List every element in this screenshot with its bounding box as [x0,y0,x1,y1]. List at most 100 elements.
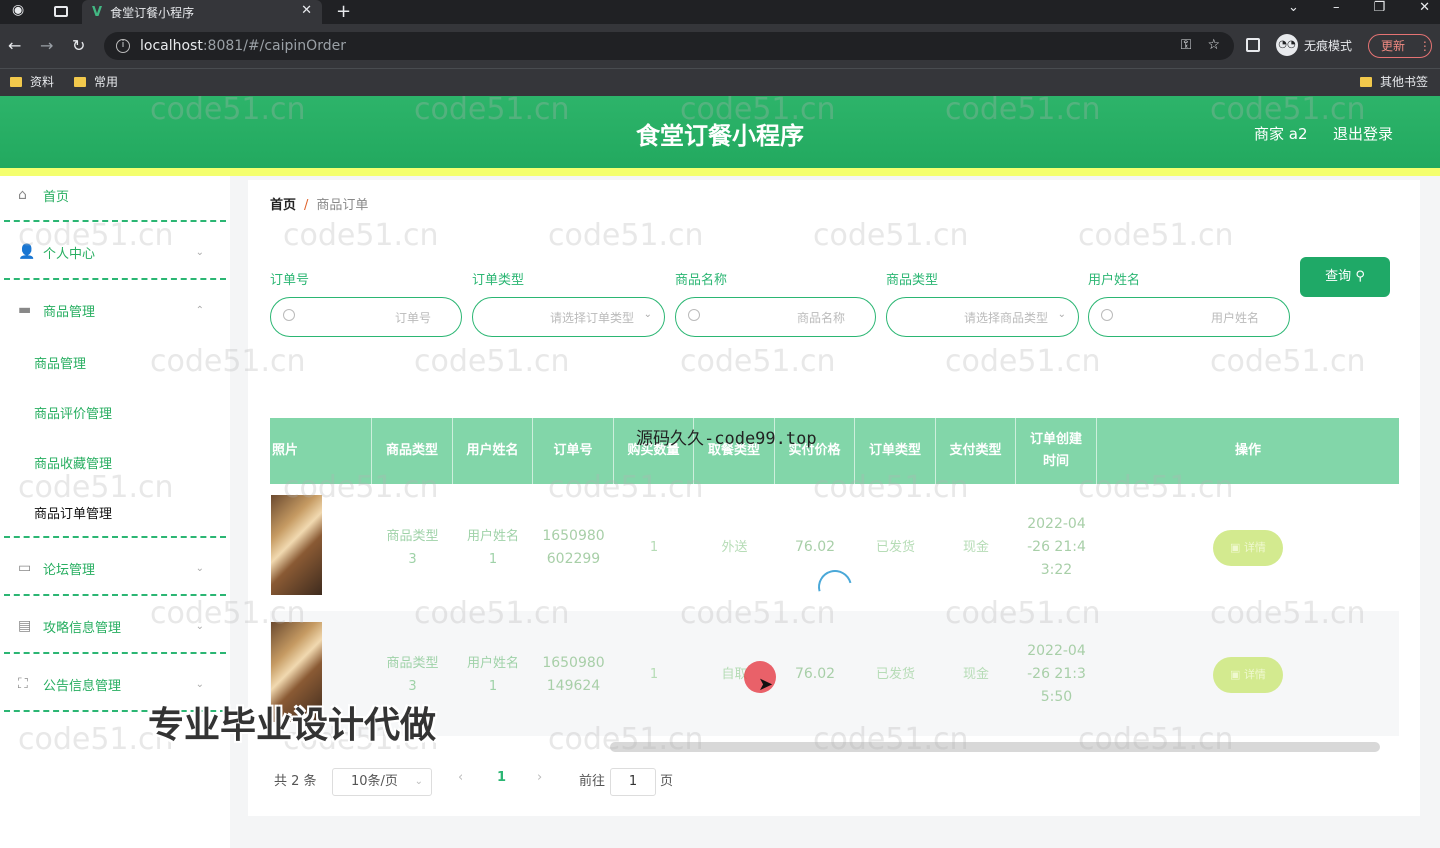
order-type-select[interactable]: 请选择订单类型 ⌄ [472,297,665,337]
back-icon[interactable]: ← [8,36,21,55]
breadcrumb-home[interactable]: 首页 [270,198,296,213]
message-icon: ▭ [18,560,32,576]
goods-type-select[interactable]: 请选择商品类型 ⌄ [886,297,1079,337]
side-panel-icon[interactable] [1246,38,1260,52]
sidebar-item-notice[interactable]: ⛶ 公告信息管理 ⌄ [0,675,226,694]
url-input[interactable]: i localhost:8081/#/caipinOrder ⚿ ☆ [104,32,1234,60]
sidebar-item-home[interactable]: ⌂ 首页 [0,186,226,205]
next-page-icon[interactable]: › [537,770,542,785]
divider [4,652,226,654]
search-icon: ⚲ [1355,269,1365,284]
cell-order-status: 已发货 [875,540,915,555]
breadcrumb: 首页 / 商品订单 [270,198,369,213]
promo-banner-top: 源码久久-code99.top [636,429,817,449]
url-host: localhost [140,38,203,54]
food-photo[interactable] [271,495,322,595]
star-icon[interactable]: ☆ [1207,37,1220,53]
filter-label-order-type: 订单类型 [472,273,525,288]
column-header: 订单号 [533,418,614,484]
detail-button[interactable]: ▣ 详情 [1213,530,1283,566]
close-tab-icon[interactable]: ✕ [301,3,312,18]
goto-page-input[interactable]: 1 [610,768,656,796]
cell-price: 76.02 [794,666,836,682]
chevron-down-icon: ⌄ [414,776,423,787]
cell-user-name: 用户姓名 1 [466,655,519,694]
folder-icon [10,76,22,87]
order-no-input[interactable]: 订单号 [270,297,462,337]
table-header: 照片 商品类型 用户姓名 订单号 购买数量 取餐类型 实付价格 订单类型 支付类… [270,418,1399,484]
folder-icon [1360,76,1372,87]
column-header: 用户姓名 [453,418,533,484]
sidebar-item-forum[interactable]: ▭ 论坛管理 ⌄ [0,559,226,578]
chevron-down-icon: ⌄ [195,246,204,258]
goto-label: 前往 [579,774,606,789]
incognito-label: 无痕模式 [1304,38,1353,53]
goods-name-input[interactable]: 商品名称 [675,297,876,337]
tab-title: 食堂订餐小程序 [110,5,195,20]
table-row[interactable]: 商品类型 3 用户姓名 1 1650980 149624 1 自取 76.02 … [270,611,1399,736]
divider [4,220,226,222]
folder-icon [74,76,86,87]
submenu-goods-order[interactable]: 商品订单管理 [34,503,112,522]
globe-icon[interactable]: ◉ [12,2,24,18]
briefcase-icon: ▬ [18,302,32,318]
detail-button[interactable]: ▣ 详情 [1213,657,1283,693]
sidebar-item-profile[interactable]: 👤 个人中心 ⌄ [0,243,226,262]
sidebar-item-goods[interactable]: ▬ 商品管理 ⌃ [0,301,226,320]
promo-banner-bottom: 专业毕业设计代做 [148,705,437,746]
column-header: 支付类型 [936,418,1016,484]
cell-pay-type: 现金 [962,667,989,682]
current-user: 商家 a2 [1254,125,1308,143]
cell-order-no: 1650980 602299 [542,527,605,567]
other-bookmarks[interactable]: 其他书签 [1360,73,1428,90]
tab-list-icon[interactable]: ⌄ [1288,0,1299,15]
more-icon: ⋮ [1418,39,1431,53]
divider [4,536,226,538]
chevron-down-icon: ⌄ [195,678,204,690]
bookmark-folder[interactable]: 常用 [74,73,118,90]
user-icon: 👤 [18,244,36,260]
submenu-goods-review[interactable]: 商品评价管理 [34,403,112,422]
chevron-down-icon: ⌄ [1057,309,1066,320]
submenu-goods-favorite[interactable]: 商品收藏管理 [34,453,112,472]
submenu-goods-manage[interactable]: 商品管理 [34,353,86,372]
update-button[interactable]: 更新 ⋮ [1368,34,1432,58]
page-size-select[interactable]: 10条/页 ⌄ [332,768,432,796]
bookmark-folder[interactable]: 资料 [10,73,54,90]
document-icon: ▤ [18,618,32,634]
cell-order-status: 已发货 [875,667,915,682]
reload-icon[interactable]: ↻ [72,36,85,55]
pagination-total: 共 2 条 [274,774,317,789]
cell-created-time: 2022-04 -26 21:3 5:50 [1027,643,1086,705]
home-icon: ⌂ [18,187,27,203]
goto-suffix: 页 [660,774,674,789]
horizontal-scrollbar[interactable] [610,742,1380,752]
incognito-indicator[interactable]: ◔◔ 无痕模式 [1276,34,1352,56]
info-icon[interactable]: i [116,39,130,53]
cell-order-no: 1650980 149624 [542,654,605,694]
url-path: :8081/#/caipinOrder [202,38,346,54]
logout-link[interactable]: 退出登录 [1333,123,1393,144]
cell-created-time: 2022-04 -26 21:4 3:22 [1027,516,1086,578]
filter-label-goods-type: 商品类型 [886,273,939,288]
address-bar: ← → ↻ i localhost:8081/#/caipinOrder ⚿ ☆… [0,24,1440,68]
page-number[interactable]: 1 [497,770,506,785]
divider [4,594,226,596]
sidebar-item-guide[interactable]: ▤ 攻略信息管理 ⌄ [0,617,226,636]
forward-icon[interactable]: → [40,36,53,55]
browser-tab[interactable]: V 食堂订餐小程序 ✕ [82,0,322,24]
vue-logo-icon: V [92,4,103,20]
query-button[interactable]: 查询 ⚲ [1300,257,1390,297]
prev-page-icon[interactable]: ‹ [458,770,463,785]
minimize-icon[interactable]: – [1333,0,1340,15]
new-tab-icon[interactable]: + [336,1,351,22]
maximize-icon[interactable]: ❐ [1373,0,1385,15]
tab-search-icon[interactable] [54,6,68,17]
close-window-icon[interactable]: ✕ [1419,0,1430,15]
key-icon[interactable]: ⚿ [1181,37,1192,53]
app-header: 食堂订餐小程序 商家 a2 退出登录 [0,96,1440,168]
user-name-input[interactable]: 用户姓名 [1088,297,1290,337]
cell-pay-type: 现金 [962,540,989,555]
chevron-down-icon: ⌄ [643,309,652,320]
column-header: 照片 [270,418,372,484]
